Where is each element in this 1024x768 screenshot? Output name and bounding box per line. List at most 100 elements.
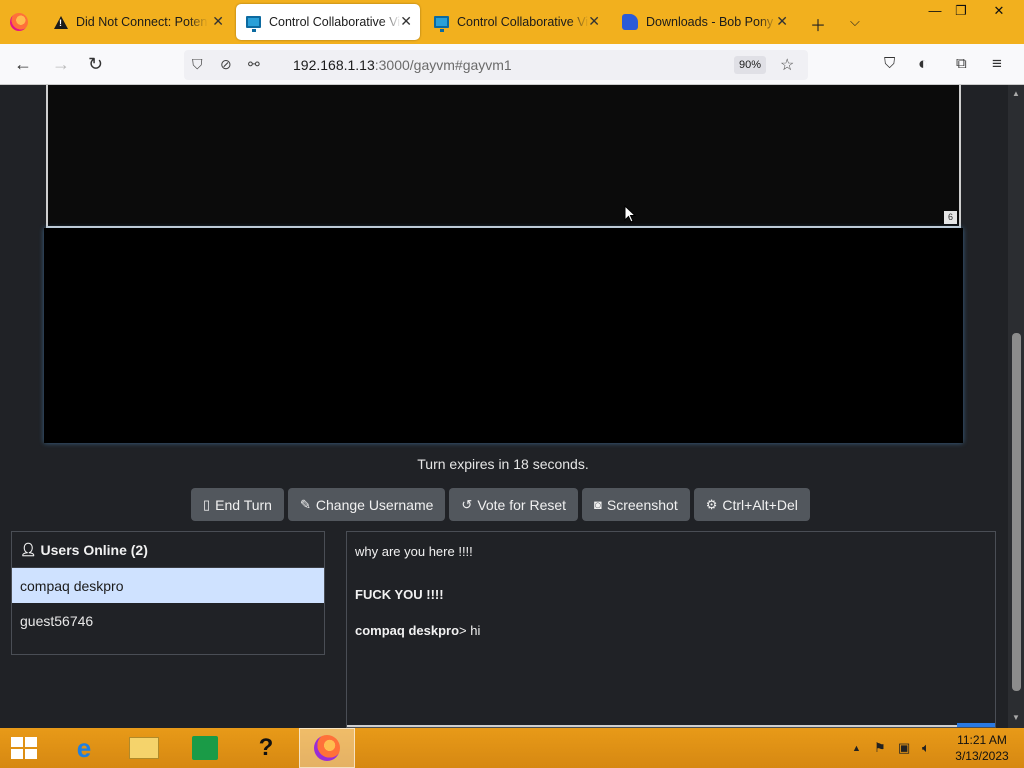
- url-host: 192.168.1.13: [293, 57, 375, 73]
- end-turn-button[interactable]: ▯ End Turn: [191, 488, 284, 521]
- screenshot-label: Screenshot: [606, 496, 678, 513]
- firefox-logo-icon[interactable]: [10, 13, 28, 31]
- scroll-up-icon[interactable]: ▲: [1012, 89, 1020, 98]
- camera-icon: ◙: [594, 497, 602, 512]
- windows-logo-icon: [11, 737, 37, 759]
- network-icon[interactable]: ▣: [898, 740, 910, 756]
- chat-message: why are you here !!!!: [355, 544, 473, 559]
- volume-muted-icon[interactable]: 🔈︎: [922, 740, 930, 756]
- shield-icon[interactable]: ⛉: [192, 56, 203, 73]
- clock-date: 3/13/2023: [955, 749, 1009, 763]
- users-online-panel: 👤︎ Users Online (2) compaq deskpro guest…: [11, 531, 325, 655]
- user-list-item[interactable]: guest56746: [12, 603, 324, 638]
- chat-message-text: why are you here !!!!: [355, 544, 473, 559]
- mouse-cursor-icon: [624, 205, 636, 223]
- url-text[interactable]: 192.168.1.13:3000/gayvm#gayvm1: [293, 57, 512, 73]
- new-tab-plus-icon[interactable]: ＋: [810, 12, 826, 36]
- close-icon[interactable]: ✕: [212, 13, 224, 30]
- navigation-toolbar: ← → ↻ ⛉ ⊘ ⚯ 192.168.1.13:3000/gayvm#gayv…: [0, 44, 1024, 85]
- folder-icon: [129, 737, 159, 759]
- tab-control-collaborative[interactable]: Control Collaborative Vir ✕: [424, 4, 608, 40]
- url-bar[interactable]: ⛉ ⊘ ⚯ 192.168.1.13:3000/gayvm#gayvm1 90%…: [184, 50, 808, 80]
- vote-for-reset-button[interactable]: ↺ Vote for Reset: [449, 488, 579, 521]
- taskbar-firefox[interactable]: [299, 728, 355, 768]
- tab-title: Did Not Connect: Potent: [76, 15, 208, 29]
- pony-icon: [622, 14, 638, 30]
- start-button[interactable]: [0, 728, 56, 768]
- tab-title: Control Collaborative Vir: [457, 15, 589, 29]
- vm-resize-badge: 6: [944, 211, 957, 224]
- taskbar-store[interactable]: [177, 728, 233, 768]
- close-icon[interactable]: ✕: [776, 13, 788, 30]
- close-window-icon[interactable]: ✕: [982, 2, 1016, 22]
- screenshot-button[interactable]: ◙ Screenshot: [582, 488, 690, 521]
- tab-title: Downloads - Bob Pony: [646, 15, 774, 29]
- taskbar-help[interactable]: ?: [238, 728, 294, 768]
- chat-message-text: FUCK YOU !!!!: [355, 587, 444, 602]
- user-list-item[interactable]: compaq deskpro: [12, 568, 324, 603]
- menu-hamburger-icon[interactable]: ≡: [992, 54, 1002, 74]
- firefox-icon: [314, 735, 340, 761]
- mouse-icon: ▯: [203, 496, 211, 512]
- change-username-button[interactable]: ✎ Change Username: [287, 488, 446, 521]
- chat-message: compaq deskpro> hi: [355, 623, 480, 638]
- reload-icon[interactable]: ↻: [88, 54, 103, 74]
- chat-message: FUCK YOU !!!!: [355, 587, 444, 602]
- chat-panel: why are you here !!!! FUCK YOU !!!! comp…: [346, 531, 996, 728]
- tab-control-collaborative-active[interactable]: Control Collaborative Vir ✕: [236, 4, 420, 40]
- vm-action-buttons: ▯ End Turn ✎ Change Username ↺ Vote for …: [191, 488, 810, 521]
- vote-for-reset-label: Vote for Reset: [477, 496, 567, 513]
- monitor-icon: [246, 16, 261, 32]
- close-icon[interactable]: ✕: [588, 13, 600, 30]
- user-icon: 👤︎: [20, 541, 37, 557]
- tab-title: Control Collaborative Vir: [269, 15, 401, 29]
- url-path: :3000/gayvm#gayvm1: [374, 57, 512, 73]
- monitor-icon: [434, 16, 449, 32]
- turn-timer-text: Turn expires in 18 seconds.: [417, 456, 589, 472]
- tab-downloads-bob-pony[interactable]: Downloads - Bob Pony ✕: [612, 4, 796, 40]
- ctrl-alt-del-label: Ctrl+Alt+Del: [722, 496, 798, 513]
- users-online-header: 👤︎ Users Online (2): [12, 532, 324, 568]
- action-center-flag-icon[interactable]: ⚑: [874, 740, 886, 756]
- help-icon: ?: [258, 734, 274, 761]
- show-hidden-icons-icon[interactable]: ▲: [852, 743, 861, 753]
- undo-icon: ↺: [461, 496, 473, 512]
- tab-did-not-connect[interactable]: Did Not Connect: Potent ✕: [44, 4, 232, 40]
- gear-icon: ⚙: [705, 496, 718, 512]
- windows-taskbar: e ? ▲ ⚑ ▣ 🔈︎ 11:21 AM 3/13/2023: [0, 728, 1024, 768]
- ctrl-alt-del-button[interactable]: ⚙ Ctrl+Alt+Del: [693, 488, 810, 521]
- chat-input-edge[interactable]: [347, 725, 957, 727]
- close-icon[interactable]: ✕: [400, 13, 412, 30]
- restore-icon[interactable]: ❐: [944, 2, 978, 22]
- page-scrollbar[interactable]: ▲ ▼: [1008, 85, 1024, 728]
- taskbar-file-explorer[interactable]: [116, 728, 172, 768]
- users-online-title: Users Online (2): [40, 541, 148, 558]
- pocket-icon[interactable]: ⛉: [884, 54, 895, 74]
- account-icon[interactable]: ◐: [918, 54, 928, 74]
- list-tabs-chevron-icon[interactable]: ⌵: [850, 14, 860, 30]
- taskbar-internet-explorer[interactable]: e: [56, 728, 112, 768]
- clock-time: 11:21 AM: [957, 733, 1007, 747]
- vm-thumbnail-display[interactable]: 6: [46, 85, 961, 228]
- change-username-label: Change Username: [315, 496, 434, 513]
- chat-send-edge[interactable]: [957, 723, 995, 727]
- bookmark-star-icon[interactable]: ☆: [780, 55, 794, 75]
- zoom-level-badge[interactable]: 90%: [734, 56, 767, 74]
- warning-icon: [54, 15, 68, 29]
- extensions-icon[interactable]: ⧉: [956, 54, 967, 74]
- insecure-connection-icon[interactable]: ⚯: [248, 56, 260, 73]
- page-content: 6 Turn expires in 18 seconds. ▯ End Turn…: [0, 85, 1008, 728]
- chat-message-text: > hi: [459, 623, 481, 638]
- scroll-thumb[interactable]: [1012, 333, 1021, 691]
- permissions-icon[interactable]: ⊘: [220, 56, 232, 73]
- vm-screen[interactable]: [44, 228, 963, 443]
- back-arrow-icon[interactable]: ←: [14, 54, 32, 74]
- forward-arrow-icon[interactable]: →: [52, 54, 70, 74]
- tab-strip: Did Not Connect: Potent ✕ Control Collab…: [0, 0, 1024, 44]
- user-edit-icon: ✎: [299, 496, 311, 512]
- store-icon: [192, 736, 218, 760]
- scroll-down-icon[interactable]: ▼: [1012, 713, 1020, 722]
- chat-message-user: compaq deskpro: [355, 623, 460, 638]
- internet-explorer-icon: e: [76, 732, 92, 763]
- system-clock[interactable]: 11:21 AM 3/13/2023: [950, 732, 1014, 764]
